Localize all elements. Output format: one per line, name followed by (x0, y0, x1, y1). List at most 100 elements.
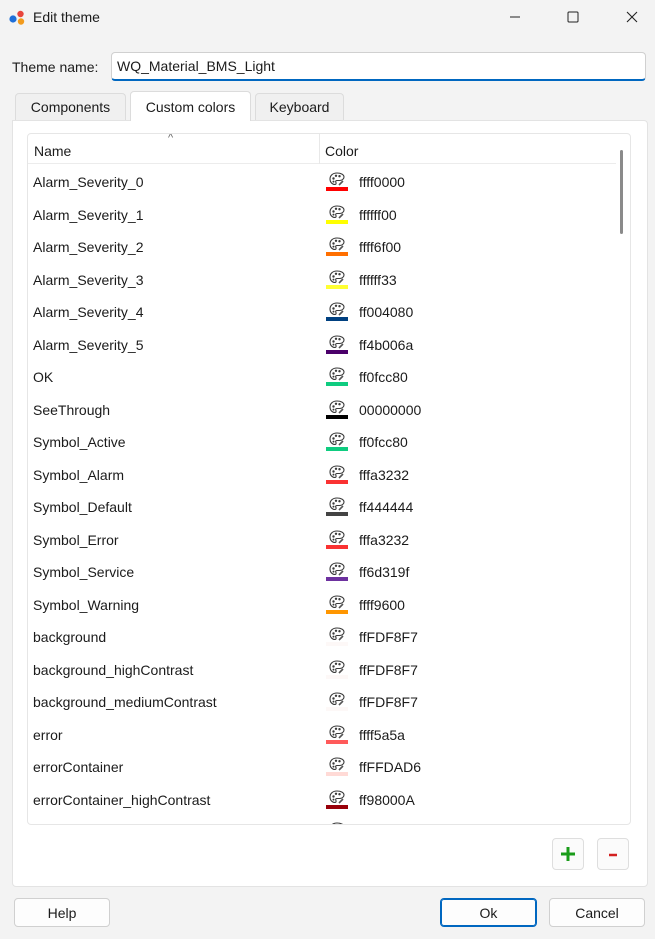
table-row[interactable]: background_mediumContrast ffFDF8F7 (28, 685, 618, 718)
table-row[interactable]: error ffff5a5a (28, 718, 618, 751)
palette-glyph-icon (329, 334, 345, 349)
table-row[interactable]: Alarm_Severity_1 ffffff00 (28, 198, 618, 231)
color-value: ffffff33 (359, 271, 397, 288)
color-value: ffff5a5a (359, 726, 405, 743)
cancel-button[interactable]: Cancel (549, 898, 645, 927)
tab-components-label: Components (30, 99, 111, 115)
color-value: ff6d319f (359, 564, 410, 580)
palette-glyph-icon (329, 659, 345, 674)
color-name: OK (33, 369, 54, 385)
palette-icon[interactable] (326, 822, 348, 824)
color-swatch (326, 187, 348, 191)
palette-icon[interactable] (326, 659, 348, 680)
color-value: 00000000 (359, 401, 422, 418)
palette-icon[interactable] (326, 724, 348, 745)
table-row[interactable]: Symbol_Alarm fffa3232 (28, 458, 618, 491)
table-row[interactable]: SeeThrough 00000000 (28, 393, 618, 426)
table-scrollbar[interactable] (620, 150, 623, 234)
table-row[interactable]: background_highContrast ffFDF8F7 (28, 653, 618, 686)
table-header: ^ Name Color (28, 134, 616, 164)
column-header-name[interactable]: Name (34, 143, 71, 159)
color-value: ffFDF8F7 (359, 629, 418, 645)
color-value: ffFDF8F7 (359, 694, 418, 710)
table-row[interactable]: Symbol_Default ff444444 (28, 490, 618, 523)
palette-glyph-icon (329, 269, 345, 284)
maximize-button[interactable] (550, 0, 596, 34)
palette-icon[interactable] (326, 334, 348, 355)
minimize-button[interactable] (492, 0, 538, 34)
table-row[interactable] (28, 815, 618, 824)
close-button[interactable] (609, 0, 655, 34)
palette-icon[interactable] (326, 562, 348, 582)
palette-icon[interactable] (326, 204, 348, 225)
tab-keyboard[interactable]: Keyboard (255, 93, 344, 120)
palette-icon[interactable] (326, 237, 348, 257)
palette-glyph-icon (329, 562, 345, 576)
color-value: ff4b006a (359, 336, 414, 353)
color-name: Alarm_Severity_1 (33, 206, 144, 223)
palette-glyph-icon (329, 237, 345, 251)
table-row[interactable]: Symbol_Warning ffff9600 (28, 588, 618, 621)
table-row[interactable]: Alarm_Severity_5 ff4b006a (28, 328, 618, 361)
palette-icon[interactable] (326, 594, 348, 615)
palette-glyph-icon (329, 692, 345, 706)
table-row[interactable]: errorContainer_highContrast ff98000A (28, 783, 618, 816)
palette-icon[interactable] (326, 367, 348, 387)
palette-icon[interactable] (326, 432, 348, 452)
plus-icon (561, 847, 575, 861)
color-name: SeeThrough (33, 401, 111, 418)
palette-icon[interactable] (326, 302, 348, 322)
color-swatch (326, 577, 348, 581)
color-swatch (326, 382, 348, 386)
theme-name-input[interactable] (111, 52, 646, 81)
color-name: error (33, 726, 63, 743)
table-row[interactable]: Alarm_Severity_2 ffff6f00 (28, 230, 618, 263)
palette-icon[interactable] (326, 692, 348, 712)
palette-icon[interactable] (326, 627, 348, 647)
color-name: Alarm_Severity_5 (33, 336, 144, 353)
color-swatch (326, 252, 348, 256)
palette-glyph-icon (329, 627, 345, 641)
color-name: Alarm_Severity_0 (33, 174, 144, 190)
table-row[interactable]: Alarm_Severity_0 ffff0000 (28, 165, 618, 198)
ok-button[interactable]: Ok (440, 898, 537, 927)
palette-glyph-icon (329, 367, 345, 381)
color-name: background_highContrast (33, 661, 194, 678)
palette-icon[interactable] (326, 529, 348, 550)
table-row[interactable]: Alarm_Severity_4 ff004080 (28, 295, 618, 328)
palette-glyph-icon (329, 432, 345, 446)
palette-icon[interactable] (326, 789, 348, 810)
column-header-color[interactable]: Color (325, 143, 358, 159)
table-row[interactable]: Symbol_Error fffa3232 (28, 523, 618, 556)
palette-icon[interactable] (326, 464, 348, 485)
palette-icon[interactable] (326, 399, 348, 420)
color-swatch (326, 707, 348, 711)
sort-ascending-icon: ^ (168, 133, 174, 144)
table-row[interactable]: background ffFDF8F7 (28, 620, 618, 653)
palette-icon[interactable] (326, 497, 348, 517)
close-icon (626, 11, 638, 23)
tab-components[interactable]: Components (15, 93, 126, 120)
color-value: ffffff00 (359, 206, 397, 223)
color-swatch (326, 447, 348, 451)
help-button[interactable]: Help (14, 898, 110, 927)
table-row[interactable]: OK ff0fcc80 (28, 360, 618, 393)
remove-color-button[interactable] (597, 838, 629, 870)
palette-icon[interactable] (326, 757, 348, 777)
color-value: ffff9600 (359, 596, 405, 613)
table-row[interactable]: Alarm_Severity_3 ffffff33 (28, 263, 618, 296)
color-swatch (326, 479, 348, 484)
palette-glyph-icon (329, 464, 345, 479)
color-value: fffa3232 (359, 466, 410, 483)
table-row[interactable]: errorContainer ffFFDAD6 (28, 750, 618, 783)
palette-icon[interactable] (326, 269, 348, 290)
palette-glyph-icon (329, 302, 345, 316)
column-divider[interactable] (319, 134, 320, 164)
color-name: Alarm_Severity_3 (33, 271, 144, 288)
palette-icon[interactable] (326, 172, 348, 192)
table-row[interactable]: Symbol_Active ff0fcc80 (28, 425, 618, 458)
color-name: Symbol_Error (33, 531, 119, 548)
table-row[interactable]: Symbol_Service ff6d319f (28, 555, 618, 588)
add-color-button[interactable] (552, 838, 584, 870)
tab-custom-colors[interactable]: Custom colors (130, 91, 251, 121)
